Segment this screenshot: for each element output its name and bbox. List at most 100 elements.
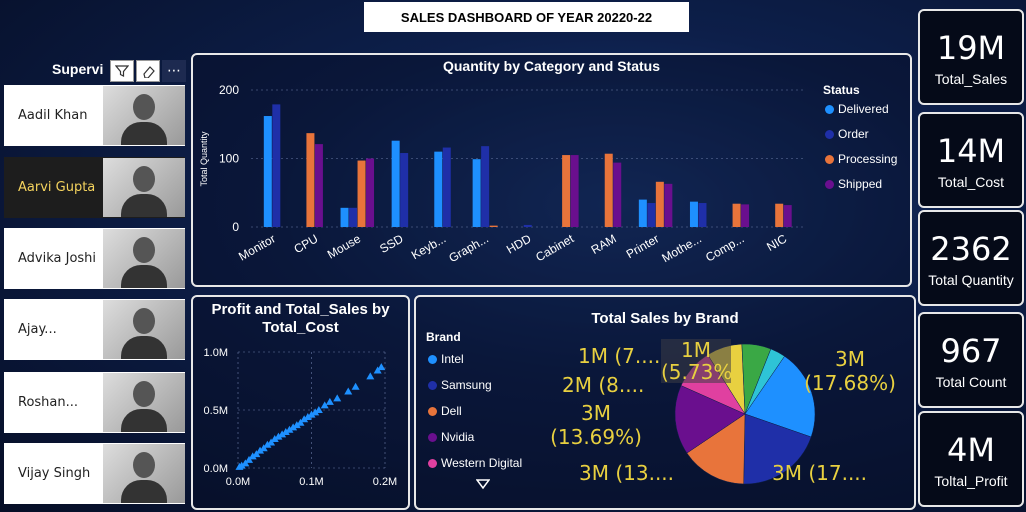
x-tick-label: RAM [589,231,619,256]
supervisor-photo [103,158,185,217]
x-tick-label: Mouse [325,231,363,261]
supervisor-card[interactable]: Aadil Khan [4,85,185,146]
supervisor-photo [103,300,185,359]
kpi-card: 4M Toltal_Profit [918,411,1024,507]
pie-data-label: 3M (13.69%) [550,401,642,449]
scatter-point[interactable] [366,372,375,380]
pie-data-label: 3M (17.... [772,461,868,485]
supervisor-photo [103,444,185,503]
x-tick-label: 0.0M [226,476,250,488]
scatter-panel: Profit and Total_Sales by Total_Cost 0.0… [191,295,410,510]
x-tick-label: SSD [377,231,406,256]
legend-item[interactable]: Delivered [825,102,889,116]
supervisor-name: Aarvi Gupta [18,180,96,195]
legend-label: Shipped [838,177,883,191]
bar[interactable] [472,159,481,227]
pie-panel: Total Sales by Brand Brand Intel Samsung D… [414,295,916,510]
bar[interactable] [349,207,358,227]
supervisor-card[interactable]: Roshan... [4,372,185,433]
scatter-chart: 0.0M 0.5M 1.0M 0.0M 0.1M 0.2M [204,347,398,488]
bar[interactable] [664,183,673,227]
x-tick-label: Graph... [446,231,491,265]
supervisor-card[interactable]: Vijay Singh [4,443,185,504]
status-legend-title: Status [823,83,860,97]
bar[interactable] [655,181,664,227]
bar[interactable] [263,116,272,227]
x-tick-label: Cabinet [533,231,576,264]
more-options-icon[interactable]: ⋯ [162,60,186,82]
legend-dot [825,154,834,164]
x-tick-label: 0.1M [299,476,323,488]
eraser-icon[interactable] [136,60,160,82]
slicer-header: Supervi [52,61,104,77]
scatter-point[interactable] [351,382,360,390]
y-tick-label: 1.0M [204,347,228,359]
supervisor-photo [103,86,185,145]
bar[interactable] [442,147,451,227]
kpi-label: Total_Cost [937,174,1005,190]
kpi-value: 19M [936,29,1006,67]
bar[interactable] [314,144,323,227]
bar[interactable] [604,153,613,227]
supervisor-card[interactable]: Advika Joshi [4,228,185,289]
dashboard-title: SALES DASHBOARD OF YEAR 20220-22 [364,2,689,32]
bar[interactable] [613,162,622,227]
scatter-point[interactable] [377,363,386,371]
bar[interactable] [689,201,698,227]
legend-item[interactable]: Order [825,127,869,141]
bar[interactable] [732,203,741,227]
bar[interactable] [489,225,498,227]
y-tick-label: 0.5M [204,405,228,417]
x-tick-label: Comp... [703,231,746,264]
x-tick-label: CPU [291,231,320,256]
y-tick-label: 0 [232,220,239,234]
supervisor-name: Ajay... [18,322,57,337]
bar[interactable] [391,140,400,227]
bar[interactable] [698,203,707,227]
bar[interactable] [638,199,647,227]
scatter-point[interactable] [325,397,334,405]
bar[interactable] [481,146,490,227]
bar[interactable] [523,224,532,227]
bar[interactable] [272,104,281,227]
bar[interactable] [783,205,792,227]
supervisor-card[interactable]: Aarvi Gupta [4,157,185,218]
bar[interactable] [741,204,750,227]
bar[interactable] [562,155,571,227]
y-tick-label: 0.0M [204,463,228,475]
scatter-point[interactable] [344,387,353,395]
legend-dot [825,129,834,139]
bar[interactable] [357,160,366,227]
bar-chart: 0 100 200 Total Quantity Monitor CPU Mouse SSD K… [199,83,805,265]
kpi-label: Total_Sales [934,71,1008,87]
pie-data-label: 1M (7.... [578,344,661,368]
supervisor-name: Roshan... [18,395,79,410]
legend-item[interactable]: Processing [825,152,897,166]
x-tick-label: Mothe... [659,231,704,265]
supervisor-name: Vijay Singh [18,466,91,481]
bar[interactable] [434,151,443,227]
scatter-point[interactable] [333,394,342,402]
legend-label: Order [838,127,869,141]
supervisor-photo [103,373,185,432]
filter-icon[interactable] [110,60,134,82]
bar[interactable] [306,133,315,227]
bar[interactable] [775,203,784,227]
legend-dot [825,104,834,114]
x-tick-label: Monitor [236,231,278,263]
bar[interactable] [647,203,656,227]
y-axis-label: Total Quantity [199,131,209,187]
bar[interactable] [400,153,409,227]
kpi-label: Total Count [935,374,1007,390]
supervisor-card[interactable]: Ajay... [4,299,185,360]
kpi-label: Toltal_Profit [934,473,1008,489]
legend-item[interactable]: Shipped [825,177,882,191]
bar[interactable] [570,155,579,227]
bar[interactable] [340,207,349,227]
pie-data-label: 1M (5.73%) [661,338,741,384]
pie-data-label: 3M (17.68%) [804,347,896,395]
kpi-label: Total Quantity [928,272,1014,288]
supervisor-photo [103,229,185,288]
bar[interactable] [366,158,375,228]
x-tick-label: NIC [764,231,789,254]
